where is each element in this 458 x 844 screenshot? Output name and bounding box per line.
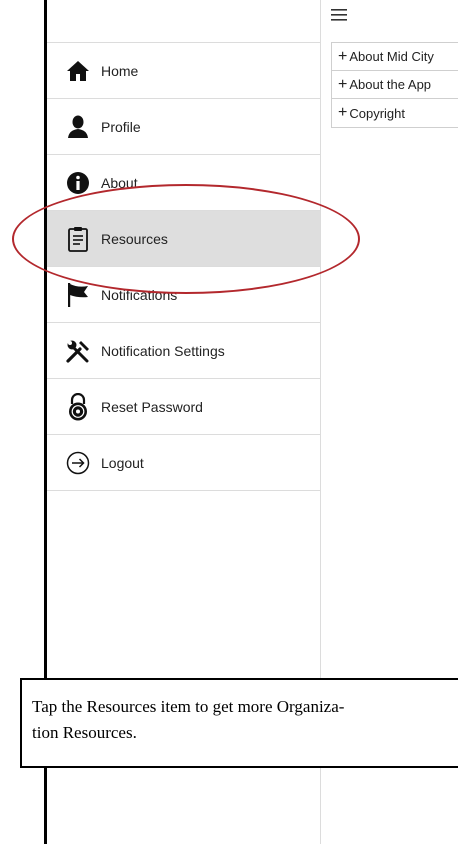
- list-item-label: About Mid City: [349, 49, 434, 64]
- hamburger-menu-icon[interactable]: [331, 8, 347, 22]
- clipboard-icon: [61, 222, 95, 256]
- list-item-label: Copyright: [349, 105, 405, 121]
- sidebar-item-notification-settings[interactable]: Notification Settings: [47, 323, 320, 379]
- logout-icon: [61, 446, 95, 480]
- sidebar-item-reset-password[interactable]: Reset Password: [47, 379, 320, 435]
- tools-icon: [61, 334, 95, 368]
- sidebar-item-home[interactable]: Home: [47, 43, 320, 99]
- sidebar-item-label: Notification Settings: [101, 342, 225, 359]
- sidebar-item-label: Notifications: [101, 286, 178, 303]
- resources-list: + About Mid City + About the App + Copyr…: [331, 42, 458, 128]
- flag-icon: [61, 278, 95, 312]
- sidebar-item-label: Logout: [101, 454, 144, 471]
- sidebar-item-notifications[interactable]: Notifications: [47, 267, 320, 323]
- sidebar-header: [47, 0, 320, 43]
- sidebar-item-label: About: [101, 174, 138, 191]
- plus-icon: +: [338, 47, 348, 65]
- plus-icon: +: [338, 75, 348, 93]
- caption-line-1: Tap the Resources item to get more Organ…: [32, 697, 345, 716]
- instruction-caption: Tap the Resources item to get more Organ…: [20, 678, 458, 768]
- lock-icon: [61, 390, 95, 424]
- sidebar-item-profile[interactable]: Profile: [47, 99, 320, 155]
- sidebar-item-label: Resources: [101, 230, 168, 247]
- user-icon: [61, 110, 95, 144]
- sidebar-item-label: Reset Password: [101, 398, 203, 415]
- sidebar-item-resources[interactable]: Resources: [47, 211, 320, 267]
- list-item[interactable]: + About the App: [332, 71, 458, 99]
- sidebar-item-label: Profile: [101, 118, 141, 135]
- list-item[interactable]: + Copyright: [332, 99, 458, 127]
- list-item-label: About the App: [349, 77, 432, 92]
- sidebar-item-label: Home: [101, 62, 139, 79]
- caption-line-2: tion Resources.: [32, 723, 137, 742]
- sidebar-item-about[interactable]: About: [47, 155, 320, 211]
- plus-icon: +: [338, 104, 348, 121]
- list-item[interactable]: + About Mid City: [332, 43, 458, 71]
- sidebar-item-logout[interactable]: Logout: [47, 435, 320, 491]
- home-icon: [61, 54, 95, 88]
- info-icon: [61, 166, 95, 200]
